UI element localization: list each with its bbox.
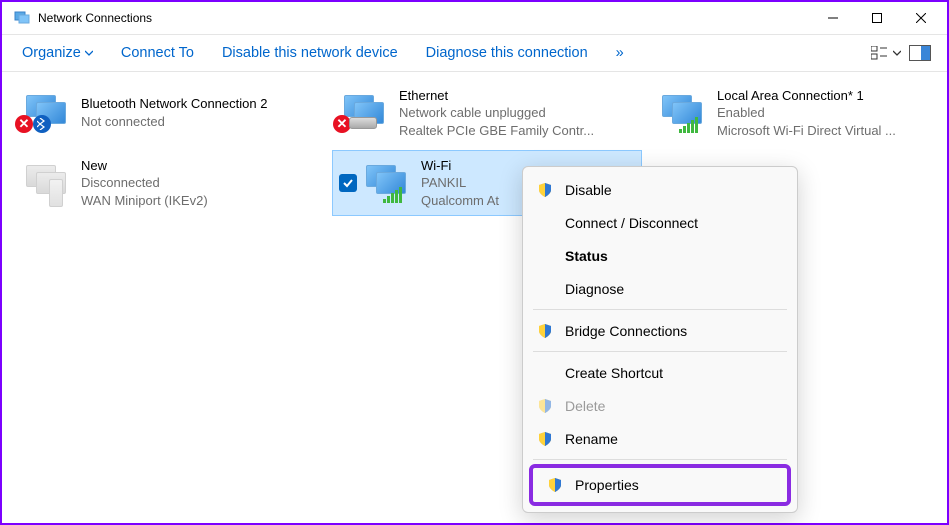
menu-delete-label: Delete (565, 398, 605, 414)
connection-name: Local Area Connection* 1 (717, 87, 896, 105)
menu-properties-label: Properties (575, 477, 639, 493)
connection-status: Not connected (81, 113, 267, 131)
toolbar: Organize Connect To Disable this network… (2, 34, 947, 72)
connection-item-new[interactable]: New Disconnected WAN Miniport (IKEv2) (14, 150, 324, 216)
connection-name: Ethernet (399, 87, 594, 105)
shield-icon (537, 398, 553, 414)
disable-device-label: Disable this network device (222, 45, 398, 61)
minimize-button[interactable] (811, 3, 855, 33)
diagnose-label: Diagnose this connection (426, 45, 588, 61)
connection-icon: ✕ (19, 85, 75, 141)
shield-icon (547, 477, 563, 493)
connection-item-ethernet[interactable]: ✕ Ethernet Network cable unplugged Realt… (332, 80, 642, 146)
connect-to-button[interactable]: Connect To (107, 39, 208, 67)
preview-pane-button[interactable] (909, 45, 931, 61)
menu-delete: Delete (523, 389, 797, 422)
context-menu: Disable Connect / Disconnect Status Diag… (522, 166, 798, 513)
menu-separator (533, 351, 787, 352)
selected-check-icon (339, 174, 357, 192)
menu-disable-label: Disable (565, 182, 612, 198)
shield-icon (537, 431, 553, 447)
connection-name: New (81, 157, 208, 175)
chevron-down-icon (85, 49, 93, 57)
connection-status: Enabled (717, 104, 896, 122)
view-mode-button[interactable] (871, 46, 901, 60)
view-icon (871, 46, 889, 60)
menu-status-label: Status (565, 248, 608, 264)
organize-label: Organize (22, 45, 81, 61)
organize-button[interactable]: Organize (8, 39, 107, 67)
connection-device: Microsoft Wi-Fi Direct Virtual ... (717, 122, 896, 140)
close-button[interactable] (899, 3, 943, 33)
content-area: ✕ Bluetooth Network Connection 2 Not con… (2, 72, 947, 224)
connection-icon (655, 85, 711, 141)
disable-device-button[interactable]: Disable this network device (208, 39, 412, 67)
connection-status: Disconnected (81, 174, 208, 192)
window-title: Network Connections (38, 11, 811, 25)
menu-shortcut-label: Create Shortcut (565, 365, 663, 381)
maximize-button[interactable] (855, 3, 899, 33)
menu-properties-highlight: Properties (529, 464, 791, 506)
menu-disable[interactable]: Disable (523, 173, 797, 206)
menu-rename[interactable]: Rename (523, 422, 797, 455)
menu-properties[interactable]: Properties (533, 468, 787, 502)
shield-icon (537, 182, 553, 198)
connection-name: Bluetooth Network Connection 2 (81, 95, 267, 113)
connection-item-bluetooth[interactable]: ✕ Bluetooth Network Connection 2 Not con… (14, 80, 324, 146)
connection-item-local-area[interactable]: Local Area Connection* 1 Enabled Microso… (650, 80, 949, 146)
diagnose-button[interactable]: Diagnose this connection (412, 39, 602, 67)
connection-status: PANKIL (421, 174, 499, 192)
menu-diagnose-label: Diagnose (565, 281, 624, 297)
connection-name: Wi-Fi (421, 157, 499, 175)
menu-bridge[interactable]: Bridge Connections (523, 314, 797, 347)
connection-status: Network cable unplugged (399, 104, 594, 122)
overflow-label: » (616, 45, 624, 61)
connection-icon (359, 155, 415, 211)
overflow-button[interactable]: » (602, 39, 638, 67)
window-controls (811, 3, 943, 33)
connection-icon (19, 155, 75, 211)
connect-to-label: Connect To (121, 45, 194, 61)
menu-shortcut[interactable]: Create Shortcut (523, 356, 797, 389)
titlebar: Network Connections (2, 2, 947, 34)
menu-separator (533, 309, 787, 310)
connection-device: Qualcomm At (421, 192, 499, 210)
connection-icon: ✕ (337, 85, 393, 141)
connection-device: Realtek PCIe GBE Family Contr... (399, 122, 594, 140)
menu-separator (533, 459, 787, 460)
menu-bridge-label: Bridge Connections (565, 323, 687, 339)
shield-icon (537, 323, 553, 339)
connection-device: WAN Miniport (IKEv2) (81, 192, 208, 210)
menu-diagnose[interactable]: Diagnose (523, 272, 797, 305)
chevron-down-icon (893, 49, 901, 57)
menu-rename-label: Rename (565, 431, 618, 447)
app-icon (14, 10, 30, 26)
menu-status[interactable]: Status (523, 239, 797, 272)
menu-connect[interactable]: Connect / Disconnect (523, 206, 797, 239)
menu-connect-label: Connect / Disconnect (565, 215, 698, 231)
